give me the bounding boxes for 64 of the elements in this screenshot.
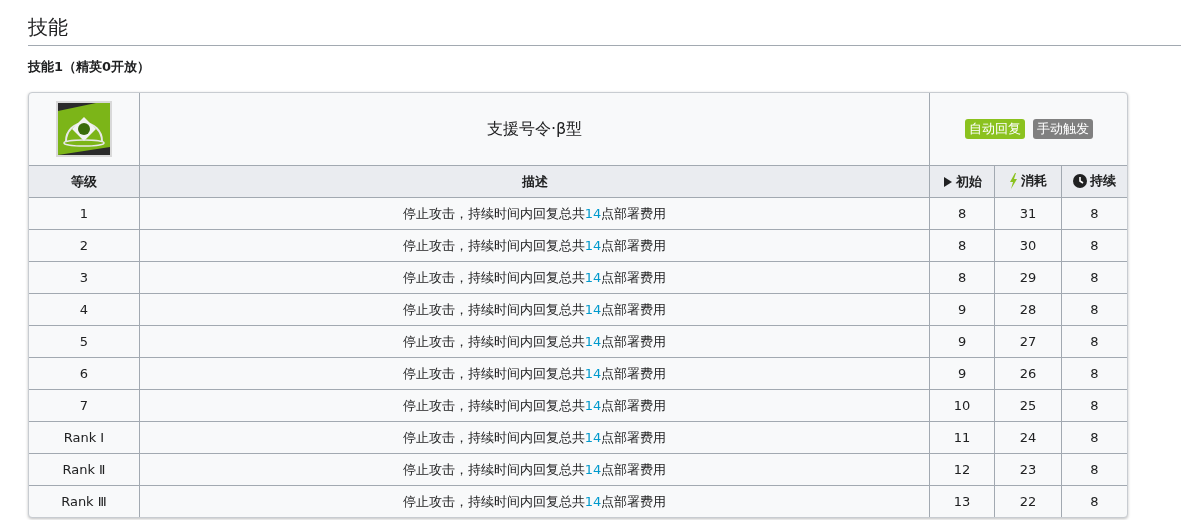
table-cell: 8 <box>1061 389 1127 421</box>
section-title: 技能 <box>28 14 1181 46</box>
skill-heading: 技能1（精英0开放） <box>28 58 152 76</box>
table-cell: 10 <box>929 389 995 421</box>
clock-icon <box>1073 174 1087 188</box>
table-cell: 11 <box>929 421 995 453</box>
table-cell: 28 <box>994 293 1061 325</box>
skill-icon <box>55 101 112 157</box>
table-cell: 停止攻击，持续时间内回复总共14点部署费用 <box>138 485 930 517</box>
table-cell: 8 <box>1061 261 1127 293</box>
table-cell: 8 <box>1061 325 1127 357</box>
skill-tag: 手动触发 <box>1032 119 1093 139</box>
table-cell: 9 <box>929 293 995 325</box>
skill-name: 支援号令·β型 <box>486 118 583 138</box>
table-cell: 9 <box>929 325 995 357</box>
column-header: 持续 <box>1090 172 1116 190</box>
lightning-icon <box>1009 172 1019 189</box>
table-cell: 停止攻击，持续时间内回复总共14点部署费用 <box>138 357 930 389</box>
table-cell: 8 <box>929 261 995 293</box>
table-cell: 1 <box>29 197 139 229</box>
table-cell: 8 <box>1061 293 1127 325</box>
column-header: 初始 <box>955 172 982 191</box>
table-cell: 8 <box>929 197 995 229</box>
table-cell: 12 <box>929 453 995 485</box>
table-cell: 8 <box>1061 197 1127 229</box>
table-cell: 停止攻击，持续时间内回复总共14点部署费用 <box>138 453 930 485</box>
table-cell: 8 <box>1061 357 1127 389</box>
table-cell: 24 <box>994 421 1061 453</box>
table-cell: Rank Ⅲ <box>29 485 139 517</box>
table-cell: Rank Ⅱ <box>29 453 139 485</box>
table-cell: 停止攻击，持续时间内回复总共14点部署费用 <box>138 261 930 293</box>
column-header: 消耗 <box>1021 171 1048 190</box>
table-cell: 5 <box>29 325 139 357</box>
table-cell: 31 <box>994 197 1061 229</box>
table-cell: 27 <box>994 325 1061 357</box>
table-cell: 8 <box>1061 453 1127 485</box>
table-cell: 13 <box>929 485 995 517</box>
table-cell: 22 <box>994 485 1061 517</box>
table-cell: 停止攻击，持续时间内回复总共14点部署费用 <box>138 389 930 421</box>
table-cell: 30 <box>994 229 1061 261</box>
table-cell: 6 <box>29 357 139 389</box>
table-cell: 2 <box>29 229 139 261</box>
table-cell: 停止攻击，持续时间内回复总共14点部署费用 <box>138 197 930 229</box>
column-header: 等级 <box>70 172 97 191</box>
skill-tag: 自动回复 <box>964 119 1025 139</box>
table-cell: 停止攻击，持续时间内回复总共14点部署费用 <box>138 421 930 453</box>
table-cell: 4 <box>29 293 139 325</box>
column-header: 描述 <box>521 172 548 191</box>
table-cell: 停止攻击，持续时间内回复总共14点部署费用 <box>138 325 930 357</box>
table-cell: 8 <box>1061 421 1127 453</box>
table-cell: 3 <box>29 261 139 293</box>
table-cell: 8 <box>929 229 995 261</box>
table-cell: 25 <box>994 389 1061 421</box>
table-cell: 23 <box>994 453 1061 485</box>
table-cell: 9 <box>929 357 995 389</box>
table-cell: 7 <box>29 389 139 421</box>
table-cell: 停止攻击，持续时间内回复总共14点部署费用 <box>138 229 930 261</box>
table-cell: Rank Ⅰ <box>29 421 139 453</box>
table-cell: 29 <box>994 261 1061 293</box>
table-cell: 停止攻击，持续时间内回复总共14点部署费用 <box>138 293 930 325</box>
play-icon <box>942 175 953 188</box>
table-cell: 8 <box>1061 229 1127 261</box>
table-cell: 8 <box>1061 485 1127 517</box>
table-cell: 26 <box>994 357 1061 389</box>
